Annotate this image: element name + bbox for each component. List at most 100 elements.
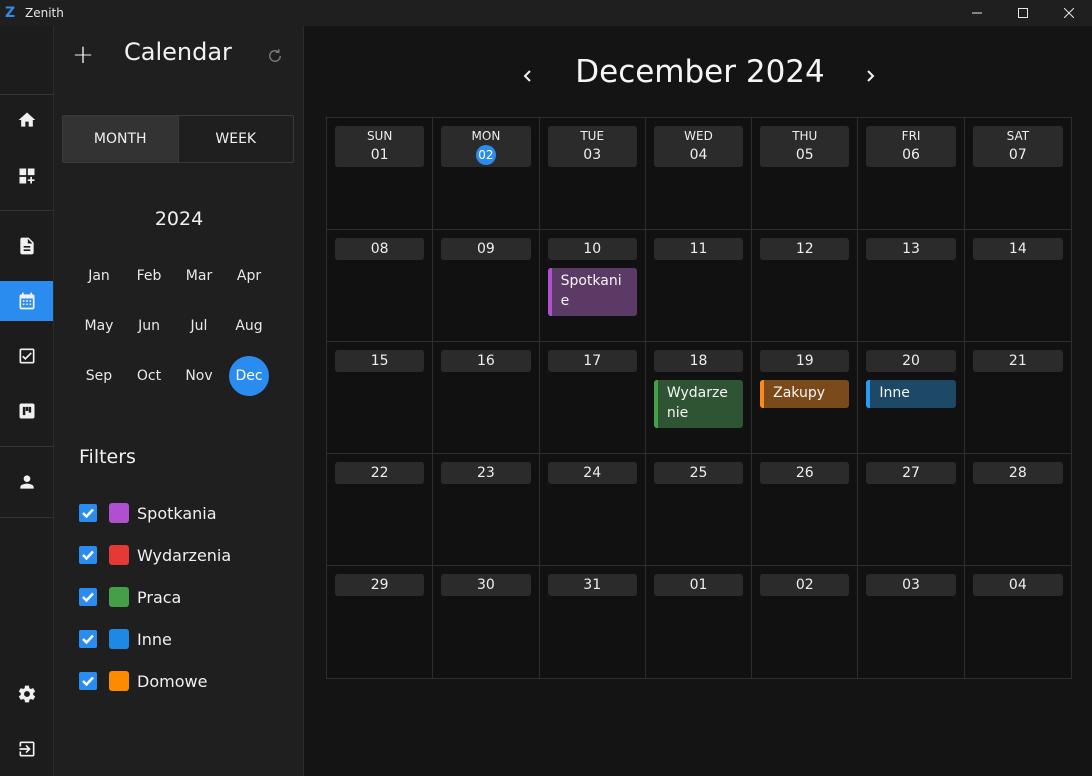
day-cell[interactable]: 18 Wydarze nie [645, 342, 753, 454]
month-apr[interactable]: Apr [224, 251, 274, 301]
maximize-icon [1018, 8, 1028, 18]
day-cell[interactable]: 26 [752, 454, 859, 566]
filter-checkbox[interactable] [79, 588, 97, 606]
day-cell[interactable]: 22 [327, 454, 434, 566]
checkmark-icon [82, 676, 94, 687]
filter-inne[interactable]: Inne [79, 627, 172, 651]
nav-logout[interactable] [0, 729, 53, 769]
calendar-event[interactable]: Wydarze nie [653, 380, 744, 428]
calendar-event[interactable]: Inne [866, 380, 956, 408]
filter-praca[interactable]: Praca [79, 585, 181, 609]
weekday-label: THU [792, 129, 818, 143]
day-cell[interactable]: SUN 01 [327, 118, 434, 230]
calendar-event[interactable]: Spotkani e [547, 268, 637, 316]
filter-spotkania[interactable]: Spotkania [79, 501, 217, 525]
day-cell[interactable]: SAT 07 [964, 118, 1071, 230]
maximize-button[interactable] [1000, 0, 1046, 26]
weekday-label: TUE [580, 129, 605, 143]
day-cell[interactable]: MON 02 [433, 118, 540, 230]
refresh-icon [269, 49, 281, 62]
month-oct[interactable]: Oct [124, 351, 174, 401]
day-cell[interactable]: 25 [645, 454, 753, 566]
day-cell[interactable]: 24 [539, 454, 646, 566]
nav-home[interactable] [0, 100, 53, 140]
close-button[interactable] [1046, 0, 1092, 26]
date-number: 25 [653, 462, 744, 484]
day-cell[interactable]: 23 [433, 454, 540, 566]
month-aug[interactable]: Aug [224, 301, 274, 351]
filter-checkbox[interactable] [79, 546, 97, 564]
day-cell[interactable]: 17 [539, 342, 646, 454]
nav-dashboard-add[interactable] [0, 156, 53, 196]
checkbox-icon [19, 348, 34, 364]
filter-checkbox[interactable] [79, 504, 97, 522]
tab-month[interactable]: MONTH [63, 116, 179, 162]
day-cell[interactable]: 13 [858, 230, 965, 342]
add-event-button[interactable]: + [72, 42, 94, 68]
month-mar[interactable]: Mar [174, 251, 224, 301]
day-cell[interactable]: THU 05 [752, 118, 859, 230]
refresh-button[interactable] [264, 45, 286, 67]
minimize-button[interactable] [954, 0, 1000, 26]
day-cell[interactable]: 16 [433, 342, 540, 454]
filter-wydarzenia[interactable]: Wydarzenia [79, 543, 231, 567]
tab-week[interactable]: WEEK [179, 116, 294, 162]
day-cell[interactable]: 28 [964, 454, 1071, 566]
day-cell[interactable]: 01 [645, 566, 753, 678]
day-cell[interactable]: 09 [433, 230, 540, 342]
day-cell[interactable]: 30 [433, 566, 540, 678]
nav-calendar[interactable] [0, 281, 53, 321]
checkmark-icon [82, 550, 94, 561]
day-cell[interactable]: 20 Inne [858, 342, 965, 454]
month-label: Oct [136, 368, 162, 384]
day-cell[interactable]: 02 [752, 566, 859, 678]
day-cell[interactable]: 04 [964, 566, 1071, 678]
filter-checkbox[interactable] [79, 630, 97, 648]
day-cell[interactable]: 21 [964, 342, 1071, 454]
nav-board[interactable] [0, 391, 53, 431]
nav-tasks[interactable] [0, 336, 53, 376]
day-cell[interactable]: 19 Zakupy [752, 342, 859, 454]
month-jun[interactable]: Jun [124, 301, 174, 351]
month-jul[interactable]: Jul [174, 301, 224, 351]
next-month-button[interactable] [858, 64, 882, 88]
date-number: 03 [583, 147, 602, 163]
day-cell[interactable]: 15 [327, 342, 434, 454]
day-cell[interactable]: 10 Spotkani e [539, 230, 646, 342]
month-label: Nov [185, 368, 213, 384]
date-number: 30 [441, 574, 531, 596]
weekday-label: SUN [366, 129, 393, 143]
month-dec[interactable]: Dec [224, 351, 274, 401]
month-nov[interactable]: Nov [174, 351, 224, 401]
nav-documents[interactable] [0, 226, 53, 266]
nav-profile[interactable] [0, 462, 53, 502]
month-may[interactable]: May [74, 301, 124, 351]
month-sep[interactable]: Sep [74, 351, 124, 401]
date-number: 09 [441, 238, 531, 260]
filter-checkbox[interactable] [79, 672, 97, 690]
month-label: Mar [185, 268, 213, 284]
month-feb[interactable]: Feb [124, 251, 174, 301]
day-cell[interactable]: 14 [964, 230, 1071, 342]
day-cell[interactable]: 31 [539, 566, 646, 678]
day-cell[interactable]: 11 [645, 230, 753, 342]
month-jan[interactable]: Jan [74, 251, 124, 301]
day-cell[interactable]: 08 [327, 230, 434, 342]
filter-domowe[interactable]: Domowe [79, 669, 207, 693]
day-cell[interactable]: 29 [327, 566, 434, 678]
day-cell[interactable]: 27 [858, 454, 965, 566]
prev-month-button[interactable] [516, 64, 540, 88]
filter-label: Domowe [137, 671, 208, 691]
day-cell[interactable]: 03 [858, 566, 965, 678]
day-cell[interactable]: FRI 06 [858, 118, 965, 230]
rail-divider [0, 210, 53, 211]
event-title-line: e [560, 293, 570, 309]
nav-settings[interactable] [0, 674, 53, 714]
calendar-event[interactable]: Zakupy [760, 380, 850, 408]
day-cell[interactable]: TUE 03 [539, 118, 646, 230]
day-cell[interactable]: WED 04 [645, 118, 753, 230]
month-label: Sep [85, 368, 113, 384]
date-number: 19 [760, 350, 850, 372]
day-cell[interactable]: 12 [752, 230, 859, 342]
weekday-label: SAT [1006, 129, 1030, 143]
